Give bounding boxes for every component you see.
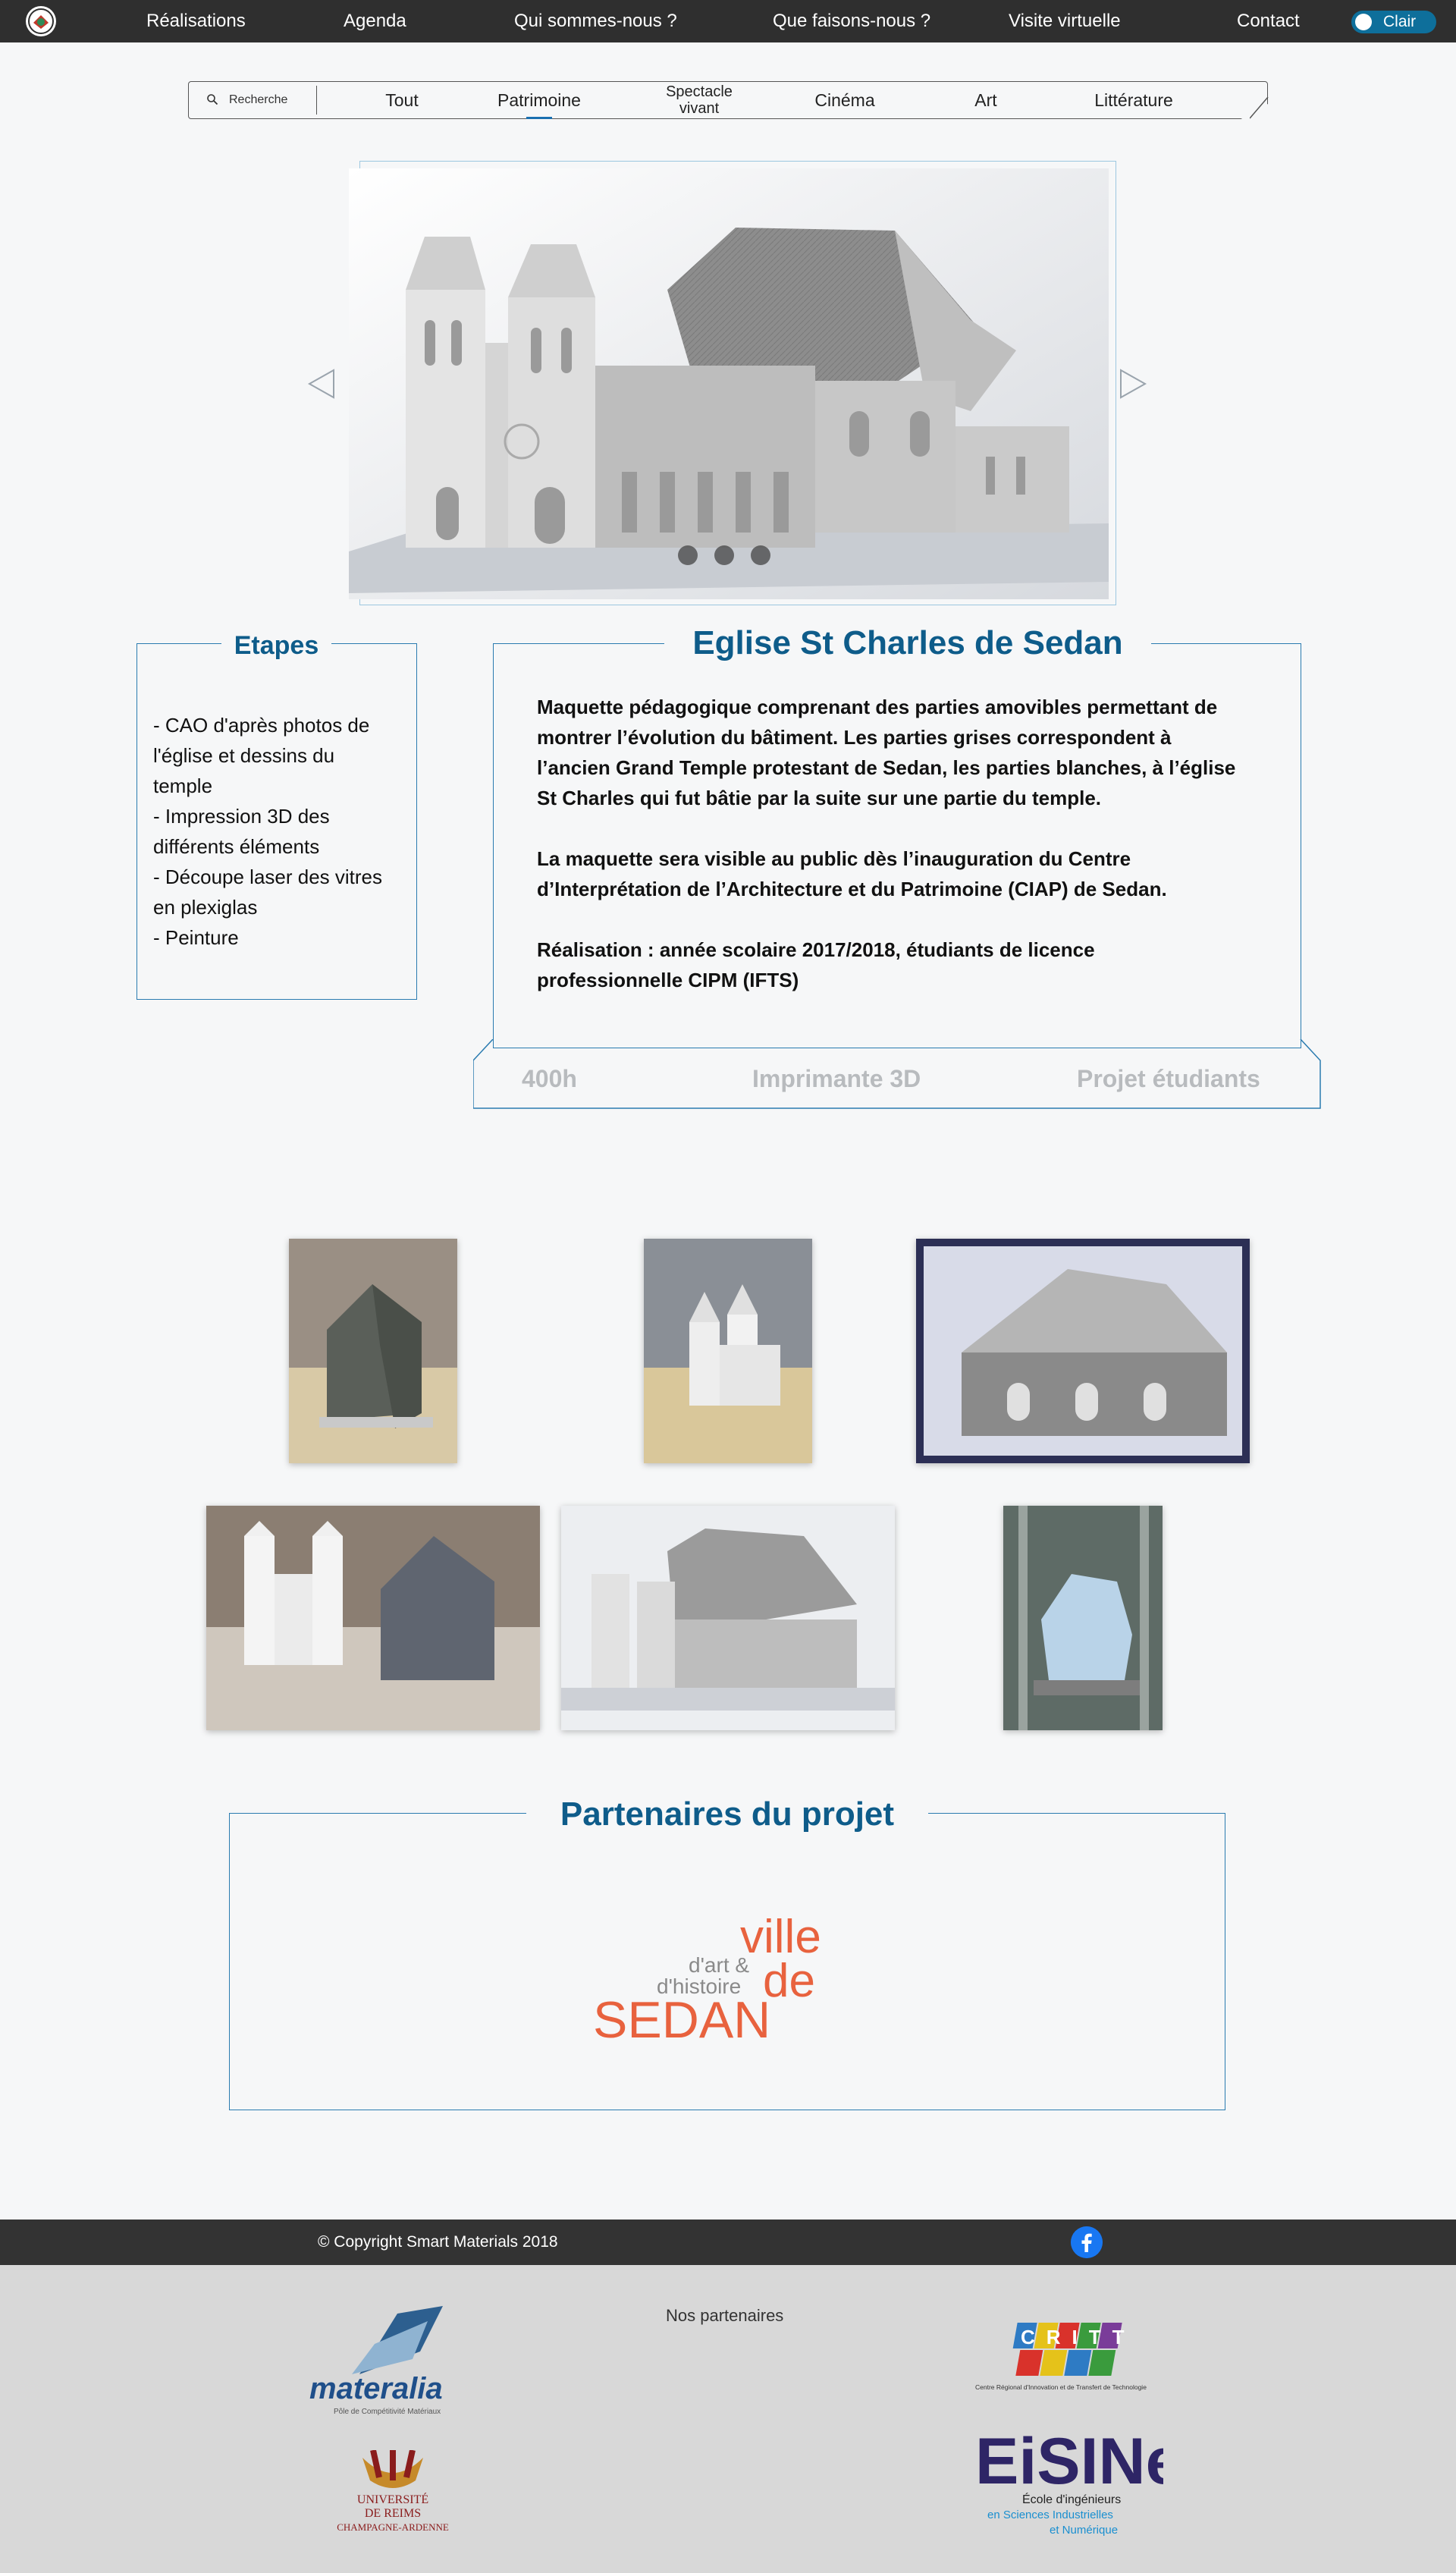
nav-que-faisons-nous[interactable]: Que faisons-nous ? [773, 0, 930, 42]
carousel-image-church-model[interactable] [349, 168, 1109, 599]
footer-partners-label: Nos partenaires [666, 2306, 784, 2325]
etapes-list: - CAO d'après photos de l'église et dess… [153, 710, 408, 953]
gallery-photo-laser-cut[interactable] [1003, 1506, 1163, 1730]
nav-visite-virtuelle[interactable]: Visite virtuelle [1009, 0, 1121, 42]
etapes-line: - Peinture [153, 926, 239, 949]
eisine-logo-line2: en Sciences Industrielles [987, 2509, 1113, 2521]
filter-cinema[interactable]: Cinéma [799, 81, 890, 119]
toggle-knob [1355, 14, 1372, 30]
description-paragraph: Maquette pédagogique comprenant des part… [537, 696, 1236, 809]
top-navigation: Réalisations Agenda Qui sommes-nous ? Qu… [0, 0, 1456, 42]
nav-contact[interactable]: Contact [1237, 0, 1300, 42]
copyright-text: © Copyright Smart Materials 2018 [318, 2233, 558, 2251]
theme-toggle-label: Clair [1383, 13, 1417, 30]
sedan-logo-sedan: SEDAN [593, 1991, 770, 2042]
filter-spectacle-vivant[interactable]: Spectacle vivant [646, 81, 752, 119]
filter-art[interactable]: Art [956, 81, 1016, 119]
carousel-dot-3[interactable] [751, 545, 770, 565]
urca-logo-line3: CHAMPAGNE-ARDENNE [337, 2521, 449, 2533]
carousel-dot-1[interactable] [678, 545, 698, 565]
etapes-title: Etapes [221, 628, 331, 663]
tag-duration: 400h [522, 1065, 577, 1092]
materalia-logo[interactable]: materalia Pôle de Compétitivité Matériau… [306, 2306, 478, 2420]
ville-de-sedan-logo[interactable]: ville de d'art & d'histoire SEDAN [592, 1909, 864, 2042]
critt-logo-subtitle: Centre Régional d'Innovation et de Trans… [975, 2383, 1147, 2391]
nav-realisations[interactable]: Réalisations [146, 0, 246, 42]
theme-toggle[interactable]: Clair [1351, 11, 1436, 33]
etapes-line: temple [153, 774, 213, 797]
urca-logo-line1: UNIVERSITÉ [357, 2492, 428, 2506]
filter-litterature[interactable]: Littérature [1077, 81, 1191, 119]
carousel-dot-2[interactable] [714, 545, 734, 565]
filter-patrimoine-label: Patrimoine [497, 90, 581, 110]
tag-student-project: Projet étudiants [1077, 1065, 1260, 1092]
materalia-logo-text: materalia [309, 2372, 443, 2405]
description-paragraph: La maquette sera visible au public dès l… [537, 847, 1167, 900]
urca-logo-line2: DE REIMS [365, 2507, 421, 2520]
eisine-logo-line3: et Numérique [1050, 2524, 1118, 2537]
gallery-photo-full-render[interactable] [561, 1506, 895, 1730]
etapes-line: - CAO d'après photos de [153, 714, 370, 737]
filterbar-corner [1250, 97, 1269, 119]
project-description: Maquette pédagogique comprenant des part… [537, 692, 1242, 1026]
etapes-line: en plexiglas [153, 896, 258, 919]
gallery-photo-both-models[interactable] [206, 1506, 540, 1730]
active-filter-underline [526, 117, 552, 119]
site-logo-icon[interactable] [21, 5, 61, 38]
filter-patrimoine[interactable]: Patrimoine [485, 81, 593, 119]
search-icon[interactable] [206, 93, 218, 105]
universite-reims-logo[interactable]: UNIVERSITÉ DE REIMS CHAMPAGNE-ARDENNE [318, 2450, 467, 2538]
etapes-line: l'église et dessins du [153, 744, 335, 767]
eisine-logo-line1: École d'ingénieurs [1022, 2492, 1121, 2506]
gallery-photo-church-white[interactable] [644, 1239, 812, 1463]
etapes-line: - Découpe laser des vitres [153, 866, 383, 888]
description-paragraph: Réalisation : année scolaire 2017/2018, … [537, 938, 1095, 991]
critt-logo-text: CRITT [1021, 2326, 1136, 2348]
nav-qui-sommes-nous[interactable]: Qui sommes-nous ? [514, 0, 677, 42]
carousel-prev-arrow-icon[interactable] [306, 369, 337, 399]
facebook-icon[interactable] [1071, 2226, 1103, 2258]
critt-logo[interactable]: CRITT Centre Régional d'Innovation et de… [975, 2321, 1154, 2394]
eisine-logo-text: EiSINe [975, 2427, 1163, 2498]
footer-bar [0, 2220, 1456, 2265]
filter-tout[interactable]: Tout [364, 81, 440, 119]
tag-printer: Imprimante 3D [752, 1065, 921, 1092]
carousel-dots [678, 545, 770, 565]
materalia-logo-subtitle: Pôle de Compétitivité Matériaux [334, 2408, 441, 2416]
search-box [199, 86, 317, 115]
gallery-photo-temple-grey[interactable] [289, 1239, 457, 1463]
sedan-logo-dart: d'art & [689, 1953, 749, 1977]
carousel-next-arrow-icon[interactable] [1118, 369, 1148, 399]
etapes-line: - Impression 3D des [153, 805, 330, 828]
search-input[interactable] [229, 92, 311, 108]
etapes-line: différents éléments [153, 835, 320, 858]
project-title: Eglise St Charles de Sedan [664, 620, 1151, 666]
nav-agenda[interactable]: Agenda [344, 0, 406, 42]
eisine-logo[interactable]: EiSINe École d'ingénieurs en Sciences In… [974, 2427, 1163, 2541]
filter-spectacle-line2: vivant [679, 100, 720, 117]
gallery-photo-cad-render[interactable] [916, 1239, 1250, 1463]
filter-spectacle-line1: Spectacle [666, 83, 733, 100]
project-partners-title: Partenaires du projet [526, 1792, 928, 1837]
sedan-logo-de: de [763, 1955, 815, 2007]
